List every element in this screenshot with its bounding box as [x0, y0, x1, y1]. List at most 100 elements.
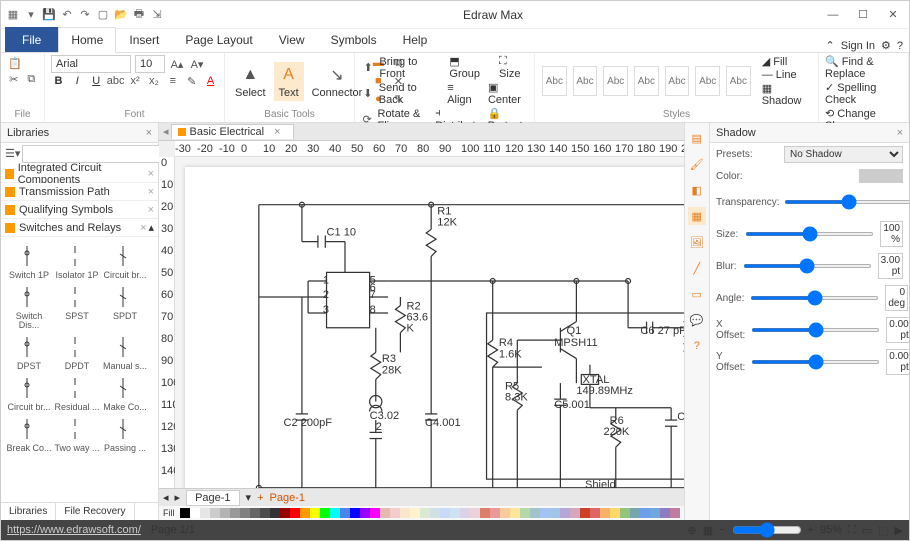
page-tab-next[interactable]: Page-1 [270, 492, 305, 504]
new-icon[interactable]: ▢ [95, 7, 111, 23]
cut-icon[interactable]: ✂ [7, 71, 21, 87]
tool-comment-icon[interactable]: 💬 [688, 311, 706, 329]
shape-item[interactable]: Residual ... [53, 373, 101, 412]
status-anchor-icon[interactable]: ⊕ [687, 524, 696, 537]
color-swatch[interactable] [290, 508, 300, 518]
shape-item[interactable]: DPDT [53, 332, 101, 371]
tool-paint-icon[interactable]: 🖌 [688, 155, 706, 173]
page-list-icon[interactable]: ▾ [246, 491, 252, 504]
color-swatch[interactable] [510, 508, 520, 518]
shadow-button[interactable]: ▦ Shadow [762, 82, 812, 107]
color-swatch[interactable] [200, 508, 210, 518]
maximize-button[interactable]: ☐ [851, 5, 875, 25]
open-icon[interactable]: 📂 [113, 7, 129, 23]
superscript-button[interactable]: x² [128, 73, 143, 89]
color-swatch[interactable] [240, 508, 250, 518]
library-menu-icon[interactable]: ☰▾ [5, 145, 20, 161]
shape-item[interactable]: Make Co... [101, 373, 149, 412]
shadow-blur-slider[interactable] [743, 264, 872, 268]
tool-shadow-icon[interactable]: ▦ [688, 207, 706, 225]
color-swatch[interactable] [210, 508, 220, 518]
color-swatch[interactable] [530, 508, 540, 518]
shape-item[interactable]: Manual s... [101, 332, 149, 371]
shadow-color-swatch[interactable] [859, 169, 903, 183]
shadow-yoffset-slider[interactable] [751, 360, 880, 364]
collapse-ribbon-icon[interactable]: ⌃ [826, 39, 835, 52]
font-grow-icon[interactable]: A▴ [169, 56, 185, 72]
color-swatch[interactable] [480, 508, 490, 518]
export-icon[interactable]: ⇲ [149, 7, 165, 23]
print-icon[interactable]: 🖶 [131, 7, 147, 23]
color-swatch[interactable] [580, 508, 590, 518]
style-preset-4[interactable]: Abc [634, 66, 659, 96]
color-swatch[interactable] [360, 508, 370, 518]
page-prev-icon[interactable]: ◂ [163, 491, 169, 504]
color-swatch[interactable] [280, 508, 290, 518]
font-color-button[interactable]: A [203, 73, 218, 89]
shape-item[interactable]: Switch Dis... [5, 282, 53, 330]
save-icon[interactable]: 💾 [41, 7, 57, 23]
shape-item[interactable]: Circuit br... [101, 241, 149, 280]
tab-symbols[interactable]: Symbols [318, 27, 390, 52]
shape-item[interactable]: SPST [53, 282, 101, 330]
tool-line-icon[interactable]: ╱ [688, 259, 706, 277]
color-swatch[interactable] [440, 508, 450, 518]
settings-icon[interactable]: ⚙ [881, 39, 891, 52]
style-preset-6[interactable]: Abc [695, 66, 720, 96]
status-grid-icon[interactable]: ▦ [703, 524, 713, 537]
undo-icon[interactable]: ↶ [59, 7, 75, 23]
lib-cat-3[interactable]: Switches and Relays×▴ [1, 219, 158, 237]
color-swatch[interactable] [220, 508, 230, 518]
tool-image-icon[interactable]: 🖼 [688, 233, 706, 251]
zoom-in-button[interactable]: + [808, 524, 814, 536]
zoom-slider[interactable] [732, 522, 802, 538]
find-replace-button[interactable]: 🔍 Find & Replace [825, 55, 902, 80]
color-swatch[interactable] [430, 508, 440, 518]
color-swatch[interactable] [420, 508, 430, 518]
color-swatch[interactable] [410, 508, 420, 518]
shape-item[interactable]: DPST [5, 332, 53, 371]
doctab-prev-icon[interactable]: ◂ [163, 125, 169, 138]
status-url[interactable]: https://www.edrawsoft.com/ [7, 524, 141, 536]
color-swatch[interactable] [320, 508, 330, 518]
page-tab-current[interactable]: Page-1 [186, 490, 239, 506]
library-search-input[interactable] [22, 145, 174, 163]
minimize-button[interactable]: — [821, 5, 845, 25]
tool-layers-icon[interactable]: ▤ [688, 129, 706, 147]
color-swatch[interactable] [310, 508, 320, 518]
bold-button[interactable]: B [51, 73, 66, 89]
tab-insert[interactable]: Insert [116, 27, 172, 52]
spell-check-button[interactable]: ✓ Spelling Check [825, 81, 902, 106]
color-swatch[interactable] [670, 508, 680, 518]
select-tool[interactable]: ▲Select [231, 62, 270, 101]
line-button[interactable]: — Line [762, 69, 812, 81]
color-swatch[interactable] [620, 508, 630, 518]
shape-item[interactable]: Isolator 1P [53, 241, 101, 280]
shadow-size-slider[interactable] [745, 232, 874, 236]
color-swatch[interactable] [300, 508, 310, 518]
color-swatch[interactable] [470, 508, 480, 518]
color-swatch[interactable] [630, 508, 640, 518]
shadow-transparency-slider[interactable] [784, 200, 909, 204]
shadow-angle-value[interactable]: 0 deg [885, 285, 908, 311]
shape-item[interactable]: SPDT [101, 282, 149, 330]
zoom-out-button[interactable]: − [719, 524, 725, 536]
color-swatch[interactable] [460, 508, 470, 518]
color-swatch[interactable] [650, 508, 660, 518]
doc-tab[interactable]: Basic Electrical× [171, 124, 294, 139]
shape-item[interactable]: Circuit br... [5, 373, 53, 412]
help-icon[interactable]: ? [897, 40, 903, 52]
shadow-yoffset-value[interactable]: 0.00 pt [886, 349, 909, 375]
view-present-icon[interactable]: ▶ [895, 524, 903, 537]
text-tool[interactable]: AText [274, 62, 304, 101]
color-swatch[interactable] [560, 508, 570, 518]
style-preset-2[interactable]: Abc [573, 66, 598, 96]
color-swatch[interactable] [450, 508, 460, 518]
color-swatch[interactable] [370, 508, 380, 518]
color-swatch[interactable] [190, 508, 200, 518]
tab-page-layout[interactable]: Page Layout [172, 27, 265, 52]
shape-item[interactable]: Two way ... [53, 414, 101, 453]
bullets-button[interactable]: ≡ [165, 73, 180, 89]
lib-cat-0[interactable]: Integrated Circuit Components× [1, 165, 158, 183]
color-swatch[interactable] [330, 508, 340, 518]
